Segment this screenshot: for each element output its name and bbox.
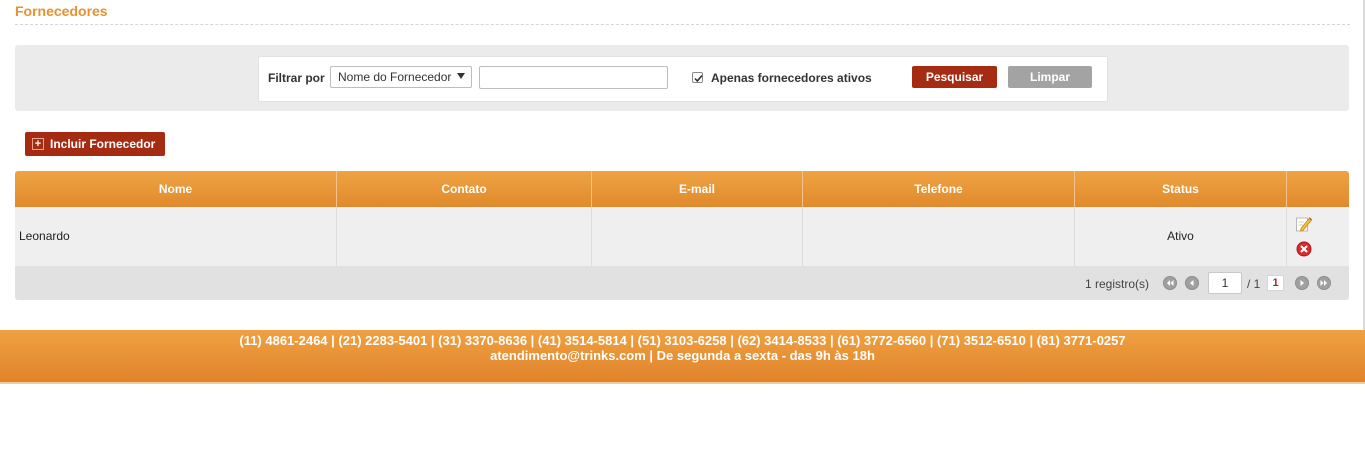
footer-phones: (11) 4861-2464 | (21) 2283-5401 | (31) 3…	[239, 333, 1126, 348]
delete-icon[interactable]	[1296, 241, 1312, 257]
active-only-checkbox[interactable]	[692, 72, 703, 83]
title-divider	[15, 24, 1350, 25]
edit-icon[interactable]	[1295, 215, 1313, 233]
page-number-input[interactable]: 1	[1208, 272, 1242, 294]
cell-nome: Leonardo	[15, 207, 337, 266]
column-header-telefone[interactable]: Telefone	[803, 171, 1075, 207]
cell-status: Ativo	[1075, 207, 1287, 266]
plus-icon: +	[32, 138, 44, 150]
pagination: 1 registro(s) 1 / 1 1	[15, 266, 1349, 300]
checkmark-icon	[694, 74, 703, 83]
total-pages: / 1	[1247, 277, 1261, 291]
filter-text-input[interactable]	[479, 66, 668, 89]
cell-contato	[337, 207, 592, 266]
previous-page-icon[interactable]	[1185, 276, 1199, 290]
active-only-label[interactable]: Apenas fornecedores ativos	[711, 71, 872, 85]
column-header-status[interactable]: Status	[1075, 171, 1287, 207]
filter-label: Filtrar por	[268, 71, 325, 85]
footer-contact: atendimento@trinks.com | De segunda a se…	[490, 348, 875, 363]
filter-panel: Filtrar por Nome do Fornecedor Apenas fo…	[15, 45, 1349, 111]
table-row[interactable]: Leonardo Ativo	[15, 207, 1349, 266]
clear-button[interactable]: Limpar	[1008, 66, 1092, 88]
cell-email	[592, 207, 803, 266]
column-header-contato[interactable]: Contato	[337, 171, 592, 207]
last-page-icon[interactable]	[1317, 276, 1331, 290]
current-page-link[interactable]: 1	[1267, 275, 1284, 291]
column-header-actions	[1287, 171, 1349, 207]
search-button[interactable]: Pesquisar	[912, 66, 997, 88]
record-count: 1 registro(s)	[1085, 277, 1150, 291]
first-page-icon[interactable]	[1163, 276, 1177, 290]
page-title: Fornecedores	[15, 3, 108, 19]
filter-box: Filtrar por Nome do Fornecedor Apenas fo…	[258, 56, 1108, 102]
column-header-email[interactable]: E-mail	[592, 171, 803, 207]
cell-telefone	[803, 207, 1075, 266]
chevron-down-icon	[457, 73, 465, 79]
suppliers-table: Nome Contato E-mail Telefone Status Leon…	[15, 171, 1349, 300]
filter-field-select-value: Nome do Fornecedor	[338, 70, 452, 84]
next-page-icon[interactable]	[1295, 276, 1309, 290]
column-header-nome[interactable]: Nome	[15, 171, 337, 207]
footer: (11) 4861-2464 | (21) 2283-5401 | (31) 3…	[0, 330, 1365, 384]
add-supplier-label: Incluir Fornecedor	[50, 137, 156, 151]
add-supplier-button[interactable]: + Incluir Fornecedor	[25, 132, 165, 156]
filter-field-select[interactable]: Nome do Fornecedor	[330, 66, 472, 88]
cell-actions	[1287, 207, 1349, 266]
table-header: Nome Contato E-mail Telefone Status	[15, 171, 1349, 207]
